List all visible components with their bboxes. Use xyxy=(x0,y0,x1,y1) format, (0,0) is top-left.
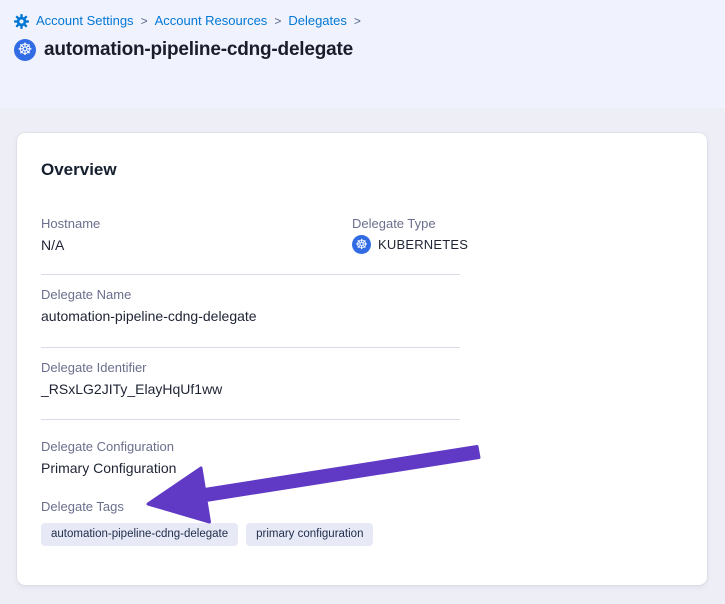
divider xyxy=(41,347,460,348)
divider xyxy=(41,419,460,420)
kubernetes-icon: ☸ xyxy=(352,235,371,254)
overview-card: Overview Hostname N/A Delegate Type ☸ KU… xyxy=(17,133,707,585)
overview-heading: Overview xyxy=(41,160,683,180)
delegate-configuration-field: Delegate Configuration Primary Configura… xyxy=(41,439,683,477)
delegate-tag: primary configuration xyxy=(246,523,373,546)
page-header: Account Settings > Account Resources > D… xyxy=(0,0,725,108)
breadcrumb-item-account-settings[interactable]: Account Settings xyxy=(36,13,134,29)
breadcrumb-separator: > xyxy=(354,13,361,29)
delegate-identifier-field: Delegate Identifier _RSxLG2JITy_ElayHqUf… xyxy=(41,360,683,398)
gear-icon xyxy=(14,14,29,29)
delegate-identifier-label: Delegate Identifier xyxy=(41,360,683,376)
delegate-name-field: Delegate Name automation-pipeline-cdng-d… xyxy=(41,287,683,325)
breadcrumb: Account Settings > Account Resources > D… xyxy=(14,13,361,29)
delegate-tags-field: Delegate Tags automation-pipeline-cdng-d… xyxy=(41,499,683,546)
breadcrumb-item-account-resources[interactable]: Account Resources xyxy=(155,13,268,29)
delegate-identifier-value: _RSxLG2JITy_ElayHqUf1ww xyxy=(41,380,683,398)
hostname-label: Hostname xyxy=(41,216,352,232)
delegate-type-label: Delegate Type xyxy=(352,216,683,232)
delegate-tags-label: Delegate Tags xyxy=(41,499,683,515)
delegate-name-value: automation-pipeline-cdng-delegate xyxy=(41,307,683,325)
kubernetes-icon: ☸ xyxy=(14,39,36,61)
delegate-tags-list: automation-pipeline-cdng-delegate primar… xyxy=(41,523,683,546)
page-title-row: ☸ automation-pipeline-cdng-delegate xyxy=(14,39,353,61)
hostname-value: N/A xyxy=(41,236,352,254)
delegate-type-field: Delegate Type ☸ KUBERNETES xyxy=(352,216,683,254)
delegate-configuration-label: Delegate Configuration xyxy=(41,439,683,455)
divider xyxy=(41,274,460,275)
delegate-configuration-value: Primary Configuration xyxy=(41,459,683,477)
hostname-and-type-row: Hostname N/A Delegate Type ☸ KUBERNETES xyxy=(41,216,683,254)
delegate-type-value: KUBERNETES xyxy=(378,236,468,254)
breadcrumb-item-delegates[interactable]: Delegates xyxy=(288,13,347,29)
breadcrumb-separator: > xyxy=(274,13,281,29)
delegate-name-label: Delegate Name xyxy=(41,287,683,303)
delegate-tag: automation-pipeline-cdng-delegate xyxy=(41,523,238,546)
hostname-field: Hostname N/A xyxy=(41,216,352,254)
breadcrumb-separator: > xyxy=(141,13,148,29)
page-title: automation-pipeline-cdng-delegate xyxy=(44,39,353,61)
